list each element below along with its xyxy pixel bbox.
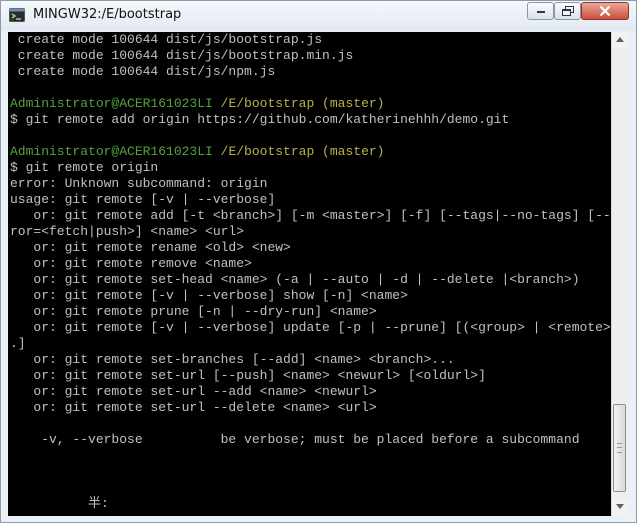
terminal-line: or: git remote set-url [--push] <name> <… (10, 368, 486, 383)
terminal-lines: create mode 100644 dist/js/bootstrap.js … (10, 32, 611, 512)
terminal-line: usage: git remote [-v | --verbose] (10, 192, 276, 207)
thumb-grip-icon (617, 443, 622, 453)
prompt-user-host: Administrator@ACER161023LI (10, 96, 213, 111)
minimize-button[interactable] (527, 2, 554, 20)
terminal-line: or: git remote set-head <name> (-a | --a… (10, 272, 580, 287)
maximize-button[interactable] (554, 2, 581, 20)
git-bash-icon (9, 7, 25, 23)
scroll-down-button[interactable] (612, 499, 628, 516)
terminal-line: or: git remote add [-t <branch>] [-m <ma… (10, 208, 611, 223)
terminal-line: create mode 100644 dist/js/npm.js (10, 64, 276, 79)
terminal-line: $ git remote origin (10, 160, 159, 175)
maximize-icon (561, 6, 574, 16)
terminal-line: or: git remote rename <old> <new> (10, 240, 291, 255)
terminal-line: error: Unknown subcommand: origin (10, 176, 268, 191)
window-title: MINGW32:/E/bootstrap (33, 7, 182, 22)
close-button[interactable] (581, 2, 629, 20)
terminal-line: -v, --verbose be verbose; must be placed… (10, 432, 580, 447)
scroll-down-arrow-icon (616, 504, 624, 509)
close-icon (599, 5, 611, 17)
prompt-line: Administrator@ACER161023LI /E/bootstrap … (10, 96, 611, 112)
prompt-user-host: Administrator@ACER161023LI (10, 144, 213, 159)
scroll-up-arrow-icon (616, 37, 624, 42)
terminal-line: create mode 100644 dist/js/bootstrap.min… (10, 48, 354, 63)
prompt-path-branch: /E/bootstrap (master) (212, 96, 385, 111)
terminal-line: or: git remote set-url --add <name> <new… (10, 384, 377, 399)
prompt-line: Administrator@ACER161023LI /E/bootstrap … (10, 144, 611, 160)
terminal-output[interactable]: create mode 100644 dist/js/bootstrap.js … (8, 32, 611, 516)
terminal-line: 半: (10, 496, 109, 511)
terminal-line: or: git remote remove <name> (10, 256, 252, 271)
terminal-line: or: git remote set-url --delete <name> <… (10, 400, 377, 415)
prompt-path-branch: /E/bootstrap (master) (212, 144, 385, 159)
scroll-thumb[interactable] (613, 404, 626, 492)
terminal-line: or: git remote set-branches [--add] <nam… (10, 352, 455, 367)
terminal-line: $ git remote add origin https://github.c… (10, 112, 510, 127)
terminal-line: .] (10, 336, 26, 351)
terminal-line: or: git remote [-v | --verbose] show [-n… (10, 288, 408, 303)
terminal-window: MINGW32:/E/bootstrap create mode 100644 … (0, 0, 637, 523)
minimize-icon (536, 11, 545, 13)
terminal-line: ror=<fetch|push>] <name> <url> (10, 224, 245, 239)
terminal-line: create mode 100644 dist/js/bootstrap.js (10, 32, 323, 47)
vertical-scrollbar[interactable] (611, 32, 628, 516)
title-bar[interactable]: MINGW32:/E/bootstrap (1, 1, 636, 31)
terminal-line: or: git remote [-v | --verbose] update [… (10, 320, 611, 335)
scroll-up-button[interactable] (612, 32, 628, 49)
terminal-line: or: git remote prune [-n | --dry-run] <n… (10, 304, 377, 319)
